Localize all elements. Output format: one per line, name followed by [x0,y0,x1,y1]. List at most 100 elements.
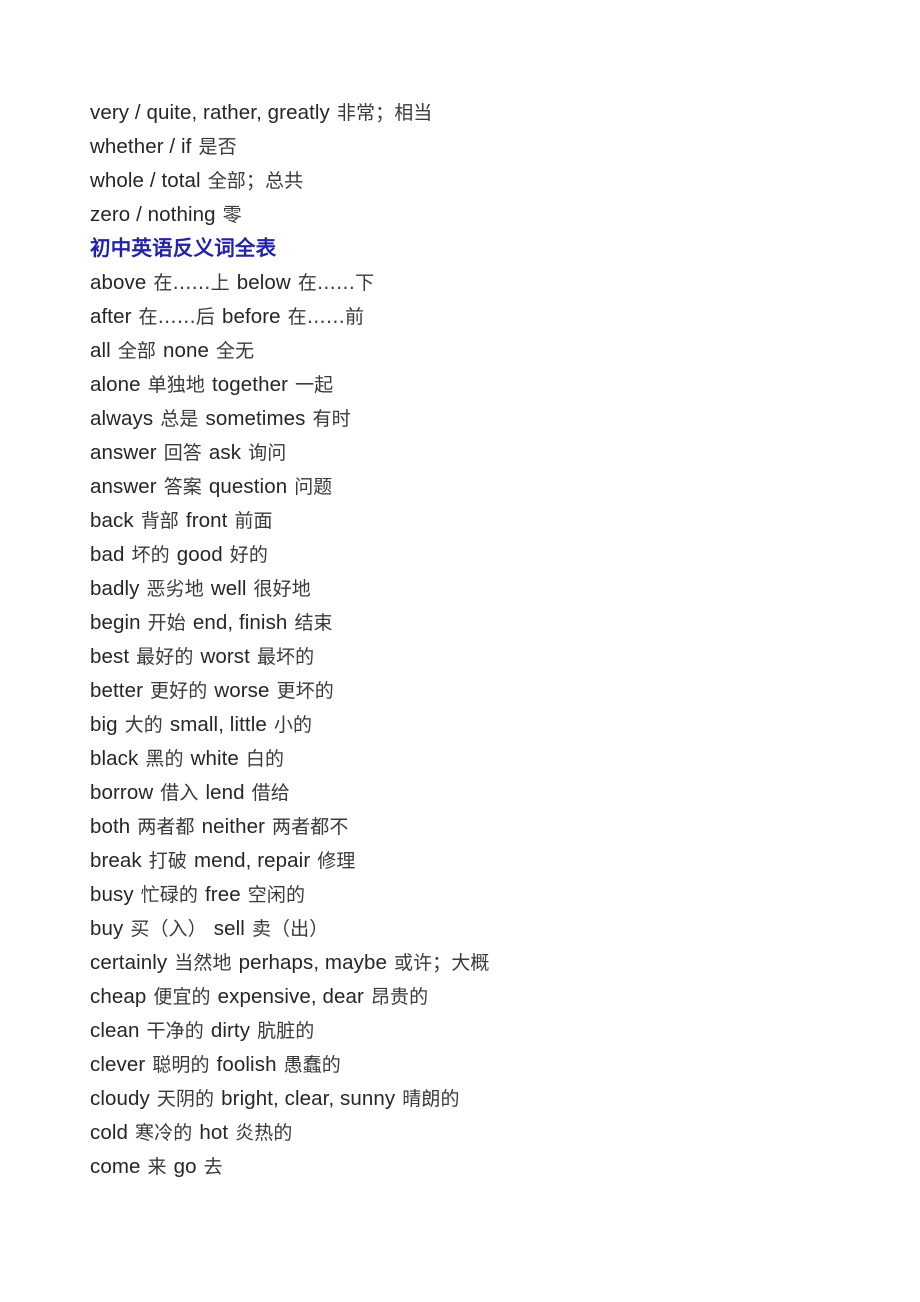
antonym-word-right: worst [200,645,250,668]
antonym-word-left: always [90,407,154,430]
antonym-meaning-right: 全无 [216,340,255,362]
antonym-entry: big 大的 small, little 小的 [90,708,850,742]
antonym-word-right: lend [205,781,245,804]
antonym-word-left: black [90,747,139,770]
antonym-word-right: sell [213,917,245,940]
antonym-word-left: both [90,815,131,838]
synonym-meaning: 零 [222,204,242,226]
synonym-list: very / quite, rather, greatly 非常；相当 whethe… [90,96,850,232]
antonym-meaning-right: 修理 [317,850,356,872]
antonym-meaning-left: 干净的 [146,1020,204,1042]
antonym-word-right: well [210,577,247,600]
antonym-meaning-right: 前面 [234,510,273,532]
antonym-word-right: end, finish [192,611,288,634]
synonym-line: zero / nothing 零 [90,198,850,232]
antonym-word-left: begin [90,611,141,634]
antonym-meaning-right: 白的 [245,748,285,770]
antonym-meaning-right: 询问 [248,442,287,464]
antonym-word-right: good [176,543,223,566]
antonym-meaning-right: 最坏的 [256,646,315,668]
antonym-word-right: expensive, dear [217,985,364,1008]
antonym-entry: always 总是 sometimes 有时 [90,402,850,436]
synonym-line: whether / if 是否 [90,130,850,164]
antonym-meaning-left: 黑的 [145,748,184,770]
document-page: very / quite, rather, greatly 非常；相当 whethe… [0,0,920,1302]
antonym-word-right: free [205,883,241,906]
section-heading: 初中英语反义词全表 [90,237,277,260]
antonym-entry: clean 干净的 dirty 肮脏的 [90,1014,850,1048]
antonym-meaning-left: 恶劣地 [146,578,204,600]
antonym-meaning-right: 小的 [273,714,313,736]
antonym-word-right: white [190,747,239,770]
synonym-words: whether / if [90,135,192,158]
antonym-word-left: cold [90,1121,129,1144]
antonym-meaning-right: 更坏的 [276,680,334,702]
antonym-word-right: together [211,373,289,396]
synonym-words: zero / nothing [90,203,216,226]
antonym-meaning-right: 很好地 [253,578,311,600]
antonym-meaning-left: 在……后 [138,306,215,328]
antonym-entry: all 全部 none 全无 [90,334,850,368]
antonym-entry: cheap 便宜的 expensive, dear 昂贵的 [90,980,850,1014]
antonym-word-right: mend, repair [193,849,311,872]
antonym-meaning-left: 单独地 [147,374,205,396]
antonym-entry: certainly 当然地 perhaps, maybe 或许；大概 [90,946,850,980]
antonym-word-right: neither [201,815,266,838]
antonym-word-left: come [90,1155,141,1178]
antonym-word-left: break [90,849,142,872]
antonym-list: above 在……上 below 在……下 after 在……后 before 在……前 all… [90,266,850,1184]
antonym-meaning-right: 晴朗的 [402,1088,460,1110]
antonym-word-right: worse [214,679,270,702]
synonym-line: very / quite, rather, greatly 非常；相当 [90,96,850,130]
antonym-meaning-left: 来 [147,1156,167,1178]
antonym-word-right: hot [199,1121,229,1144]
antonym-meaning-left: 打破 [148,850,187,872]
synonym-words: whole / total [90,169,201,192]
antonym-meaning-right: 肮脏的 [257,1020,315,1042]
antonym-meaning-right: 愚蠢的 [283,1054,341,1076]
antonym-word-right: below [236,271,291,294]
antonym-entry: bad 坏的 good 好的 [90,538,850,572]
antonym-entry: answer 回答 ask 询问 [90,436,850,470]
synonym-meaning: 非常；相当 [336,102,433,124]
antonym-entry: busy 忙碌的 free 空闲的 [90,878,850,912]
antonym-word-left: clean [90,1019,140,1042]
antonym-word-left: big [90,713,118,736]
antonym-word-left: all [90,339,111,362]
antonym-meaning-right: 两者都不 [272,816,349,838]
antonym-word-left: answer [90,441,157,464]
antonym-meaning-right: 炎热的 [235,1122,293,1144]
antonym-word-right: go [173,1155,197,1178]
antonym-entry: alone 单独地 together 一起 [90,368,850,402]
antonym-word-left: badly [90,577,140,600]
antonym-word-right: perhaps, maybe [238,951,387,974]
antonym-word-left: buy [90,917,124,940]
antonym-entry: cold 寒冷的 hot 炎热的 [90,1116,850,1150]
synonym-meaning: 全部；总共 [207,170,304,192]
antonym-entry: come 来 go 去 [90,1150,850,1184]
antonym-word-left: above [90,271,147,294]
antonym-word-left: alone [90,373,141,396]
antonym-word-right: dirty [210,1019,251,1042]
antonym-meaning-left: 借入 [160,782,199,804]
antonym-meaning-right: 昂贵的 [370,986,429,1008]
antonym-entry: begin 开始 end, finish 结束 [90,606,850,640]
antonym-entry: best 最好的 worst 最坏的 [90,640,850,674]
antonym-meaning-left: 忙碌的 [140,884,199,906]
antonym-meaning-left: 全部 [117,340,157,362]
antonym-meaning-right: 空闲的 [247,884,306,906]
antonym-word-right: ask [208,441,242,464]
antonym-word-right: small, little [169,713,267,736]
antonym-meaning-left: 买（入） [130,918,207,940]
antonym-entry: black 黑的 white 白的 [90,742,850,776]
antonym-word-left: borrow [90,781,154,804]
document-body: very / quite, rather, greatly 非常；相当 whethe… [90,96,850,1184]
antonym-meaning-right: 有时 [312,408,351,430]
antonym-entry: after 在……后 before 在……前 [90,300,850,334]
antonym-meaning-left: 更好的 [150,680,208,702]
antonym-entry: back 背部 front 前面 [90,504,850,538]
antonym-entry: better 更好的 worse 更坏的 [90,674,850,708]
antonym-entry: badly 恶劣地 well 很好地 [90,572,850,606]
antonym-meaning-left: 最好的 [136,646,194,668]
antonym-word-left: clever [90,1053,146,1076]
